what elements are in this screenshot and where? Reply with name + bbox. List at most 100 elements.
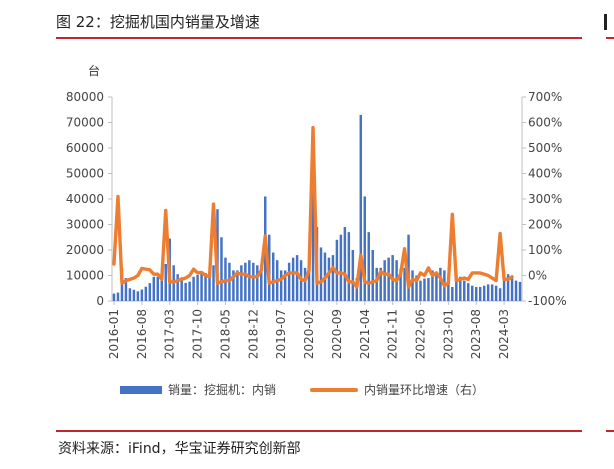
sales-bar [248, 260, 251, 301]
sales-bar [132, 289, 136, 301]
x-axis-tick-label: 2020-02 [302, 309, 316, 359]
sales-bar [371, 250, 374, 301]
x-axis-tick-label: 2018-12 [246, 309, 260, 359]
right-axis-tick-label: -100% [528, 294, 567, 308]
right-axis-tick-label: 500% [528, 141, 562, 155]
sales-bar [116, 292, 120, 301]
x-axis-tick-label: 2024-03 [497, 309, 511, 359]
sales-bar [351, 250, 355, 301]
sales-bar [240, 265, 243, 301]
sales-bar [423, 278, 426, 301]
sales-bar [490, 284, 494, 301]
legend-item-bar: 销量：挖掘机：内销 [120, 381, 276, 398]
legend-line-label: 内销量环比增速（右） [364, 383, 485, 397]
x-axis-tick-label: 2017-10 [191, 309, 205, 359]
sales-bar [339, 234, 343, 301]
right-axis-tick-label: 400% [528, 167, 562, 181]
sales-bar [176, 274, 179, 301]
sales-bar [212, 265, 215, 301]
left-axis-tick-label: 20000 [66, 243, 104, 257]
sales-bar [383, 260, 386, 301]
sales-bar [518, 281, 522, 301]
x-axis-tick-label: 2022-06 [413, 309, 427, 359]
x-axis-tick-label: 2021-11 [386, 309, 400, 359]
sales-bar [295, 255, 299, 301]
sales-bar [478, 286, 482, 301]
sales-bar [419, 280, 422, 301]
sales-bar [160, 280, 163, 301]
sales-bar [256, 265, 259, 301]
left-axis-tick-label: 30000 [66, 218, 104, 232]
sales-bar [367, 232, 370, 301]
sales-bar [140, 289, 144, 301]
sales-bar [200, 271, 203, 301]
right-axis-tick-label: 700% [528, 90, 562, 104]
right-axis-tick-label: 0% [528, 269, 547, 283]
sales-bar [494, 285, 498, 301]
left-axis-tick-label: 50000 [66, 167, 104, 181]
sales-bar [164, 264, 167, 301]
adjacent-footer-rule [606, 430, 614, 432]
sales-bar [112, 293, 116, 301]
sales-bar [279, 270, 283, 301]
sales-bar [474, 286, 478, 301]
x-axis-tick-label: 2023-01 [441, 309, 455, 359]
sales-bar [128, 288, 132, 301]
sales-bar [220, 237, 223, 301]
x-axis-tick-label: 2016-08 [135, 309, 149, 359]
sales-bar [498, 288, 502, 301]
right-axis-tick-label: 600% [528, 116, 562, 130]
sales-bar [188, 281, 191, 301]
sales-bar [331, 255, 335, 301]
sales-bar [411, 270, 414, 301]
right-axis-tick-label: 300% [528, 192, 562, 206]
sales-bar [514, 280, 518, 301]
legend-bar-label: 销量：挖掘机：内销 [168, 383, 277, 397]
sales-bar [156, 276, 160, 301]
sales-bar [184, 282, 187, 301]
source-note: 资料来源：iFind，华宝证券研究创新部 [58, 441, 301, 457]
legend-bar-swatch [120, 385, 162, 394]
sales-bar [196, 274, 199, 301]
sales-bar [319, 247, 323, 301]
sales-bar [467, 283, 470, 301]
sales-bar [252, 262, 255, 301]
chart-canvas: 0 10000 20000 30000 40000 50000 60000 70000 8000… [66, 90, 567, 359]
legend-line-swatch [310, 387, 358, 392]
sales-bar [471, 285, 474, 301]
sales-bar [144, 286, 148, 301]
left-axis-tick-label: 0 [96, 294, 104, 308]
left-axis-tick-label: 80000 [66, 90, 104, 104]
footer-rule [56, 430, 582, 432]
sales-bar [510, 278, 514, 301]
sales-bar [486, 284, 490, 301]
left-axis-tick-label: 70000 [66, 116, 104, 130]
legend-item-line: 内销量环比增速（右） [310, 381, 484, 398]
sales-bar [192, 276, 195, 301]
sales-bar [375, 267, 378, 301]
x-axis-tick-label: 2016-01 [107, 309, 121, 359]
sales-bar [363, 196, 367, 301]
left-axis-tick-label: 10000 [66, 269, 104, 283]
sales-bar [463, 280, 466, 301]
right-axis-tick-label: 200% [528, 218, 562, 232]
right-axis-tick-label: 100% [528, 243, 562, 257]
sales-bar [287, 262, 291, 301]
sales-bar [136, 291, 140, 301]
sales-bar [387, 257, 390, 301]
sales-bar [152, 276, 156, 301]
sales-bar [439, 267, 442, 301]
sales-bar [148, 283, 152, 301]
x-axis-tick-label: 2021-04 [358, 309, 372, 359]
left-axis-tick-label: 40000 [66, 192, 104, 206]
sales-bar [451, 286, 454, 301]
left-axis-tick-label: 60000 [66, 141, 104, 155]
sales-bar [303, 267, 307, 301]
sales-bar [271, 252, 275, 301]
sales-bar [482, 285, 486, 301]
sales-bar [327, 257, 331, 301]
x-axis-tick-label: 2017-03 [163, 309, 177, 359]
x-axis-tick-label: 2020-09 [330, 309, 344, 359]
x-axis-tick-label: 2019-07 [274, 309, 288, 359]
sales-bar [343, 227, 347, 301]
